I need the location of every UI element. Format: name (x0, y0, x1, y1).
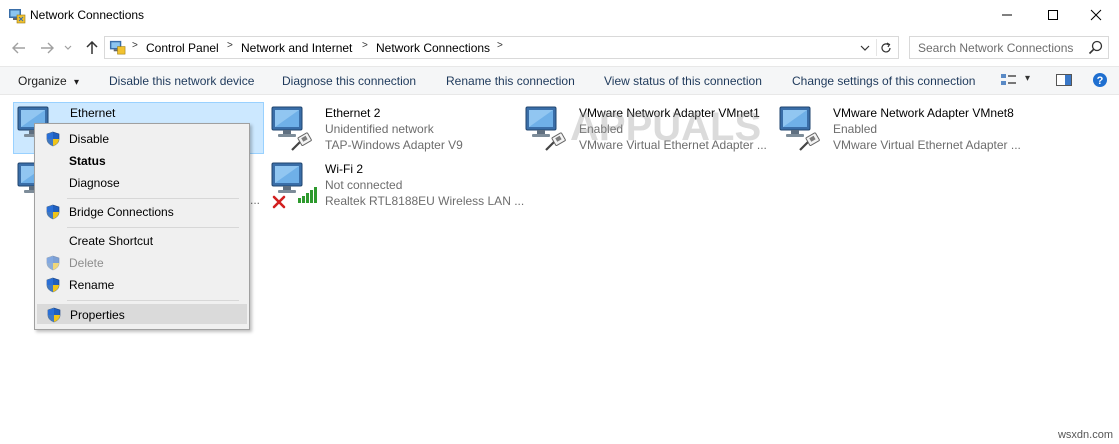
menu-item-rename[interactable]: Rename (37, 275, 247, 295)
menu-item-label: Rename (69, 278, 115, 292)
change-settings-button[interactable]: Change settings of this connection (792, 74, 975, 88)
menu-item-label: Status (69, 154, 106, 168)
breadcrumb-network-connections[interactable]: Network Connections (376, 41, 490, 55)
menu-item-status[interactable]: Status (37, 151, 247, 171)
help-button[interactable]: ? (1092, 72, 1110, 88)
refresh-button[interactable] (876, 39, 895, 56)
menu-separator (67, 300, 239, 301)
breadcrumb-separator[interactable]: > (497, 40, 503, 51)
connection-status: Unidentified network (325, 122, 434, 136)
maximize-button[interactable] (1030, 0, 1076, 30)
refresh-icon (881, 41, 891, 52)
menu-item-label: Create Shortcut (69, 234, 154, 248)
uac-shield-icon (45, 255, 61, 271)
recent-locations-button[interactable] (61, 38, 75, 58)
ethernet-cable-icon (290, 132, 314, 152)
chevron-down-icon (64, 45, 72, 50)
site-watermark: wsxdn.com (1057, 429, 1113, 441)
connection-adapter: VMware Virtual Ethernet Adapter ... (833, 138, 1021, 152)
change-view-button[interactable] (1000, 72, 1018, 88)
connection-name: VMware Network Adapter VMnet8 (833, 106, 1014, 120)
wifi-signal-icon (297, 186, 319, 204)
view-status-button[interactable]: View status of this connection (604, 74, 762, 88)
view-menu-arrow[interactable]: ▾ (1025, 73, 1030, 84)
arrow-left-icon (12, 42, 25, 54)
connection-adapter: Realtek RTL8188EU Wireless LAN ... (325, 194, 525, 208)
breadcrumb-separator[interactable]: > (227, 40, 233, 51)
disable-device-button[interactable]: Disable this network device (109, 74, 254, 88)
forward-button[interactable] (37, 38, 57, 58)
menu-item-bridge-connections[interactable]: Bridge Connections (37, 202, 247, 222)
connection-name: Ethernet (70, 106, 116, 120)
preview-pane-button[interactable] (1055, 72, 1073, 88)
menu-item-disable[interactable]: Disable (37, 129, 247, 149)
organize-menu[interactable]: Organize ▾ (18, 74, 79, 88)
up-button[interactable] (82, 38, 102, 58)
connection-status: Not connected (325, 178, 403, 192)
breadcrumb-control-panel[interactable]: Control Panel (146, 41, 219, 55)
menu-item-label: Diagnose (69, 176, 120, 190)
connection-adapter: TAP-Windows Adapter V9 (325, 138, 463, 152)
menu-separator (67, 227, 239, 228)
rename-connection-button[interactable]: Rename this connection (446, 74, 575, 88)
command-bar: Organize ▾ Disable this network device D… (0, 66, 1119, 95)
breadcrumb-network-and-internet[interactable]: Network and Internet (241, 41, 352, 55)
view-options-icon (1001, 74, 1016, 85)
address-history-button[interactable] (858, 40, 872, 55)
close-icon (1090, 9, 1102, 21)
window-title: Network Connections (30, 8, 145, 22)
disconnected-x-icon (272, 195, 286, 209)
minimize-icon (1002, 14, 1012, 16)
ethernet-cable-icon (798, 132, 822, 152)
connection-name: Ethernet 2 (325, 106, 381, 120)
connection-status: Enabled (833, 122, 878, 136)
search-icon[interactable] (1088, 40, 1103, 55)
context-menu: Disable Status Diagnose Bridge Connectio… (34, 123, 250, 330)
diagnose-connection-button[interactable]: Diagnose this connection (282, 74, 416, 88)
organize-label: Organize (18, 74, 67, 88)
maximize-icon (1048, 10, 1058, 20)
uac-shield-icon (45, 204, 61, 220)
menu-item-label: Bridge Connections (69, 205, 174, 219)
search-box[interactable] (909, 36, 1109, 59)
address-bar[interactable]: > Control Panel > Network and Internet >… (104, 36, 899, 59)
preview-pane-icon (1056, 74, 1072, 86)
network-connections-icon (8, 7, 26, 25)
menu-item-create-shortcut[interactable]: Create Shortcut (37, 231, 247, 251)
connection-adapter: ... (250, 193, 261, 207)
search-input[interactable] (910, 37, 1094, 58)
chevron-down-icon (860, 45, 870, 51)
minimize-button[interactable] (984, 0, 1030, 30)
close-button[interactable] (1073, 0, 1119, 30)
uac-shield-icon (45, 277, 61, 293)
appuals-watermark: APPUALS (570, 105, 760, 149)
control-panel-icon (109, 39, 126, 56)
menu-item-properties[interactable]: Properties (37, 304, 247, 324)
chevron-down-icon: ▾ (74, 77, 80, 88)
menu-item-label: Properties (70, 308, 125, 322)
menu-item-diagnose[interactable]: Diagnose (37, 173, 247, 193)
connection-name: Wi-Fi 2 (325, 162, 363, 176)
breadcrumb-separator[interactable]: > (132, 40, 138, 51)
menu-item-label: Delete (69, 256, 104, 270)
uac-shield-icon (46, 307, 62, 323)
uac-shield-icon (45, 131, 61, 147)
svg-text:?: ? (1097, 75, 1104, 87)
menu-separator (67, 198, 239, 199)
arrow-up-icon (86, 41, 98, 54)
arrow-right-icon (41, 42, 54, 54)
title-bar: Network Connections (0, 0, 1119, 32)
breadcrumb-separator[interactable]: > (362, 40, 368, 51)
help-icon: ? (1093, 73, 1107, 87)
watermark-text: APPUALS (570, 105, 760, 149)
back-button[interactable] (9, 38, 29, 58)
menu-item-label: Disable (69, 132, 110, 146)
menu-item-delete: Delete (37, 253, 247, 273)
